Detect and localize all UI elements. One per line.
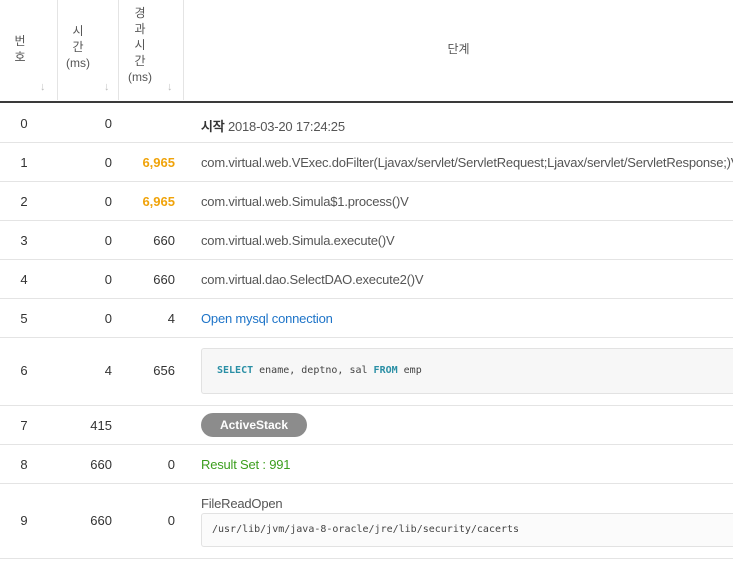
table-row: 1 0 6,965 com.virtual.web.VExec.doFilter…: [0, 143, 733, 182]
sort-arrow-icon[interactable]: ↓: [104, 81, 110, 93]
row-number: 8: [20, 457, 28, 472]
row-number: 2: [20, 194, 28, 209]
table-row: 7 415 ActiveStack: [0, 406, 733, 445]
row-step: FileReadOpen: [201, 496, 283, 511]
row-elapsed: 656: [153, 363, 175, 378]
header-elapsed[interactable]: 경 과 시 간 (ms) ↓: [119, 0, 184, 100]
row-time: 0: [104, 116, 112, 131]
result-set-text: Result Set : 991: [201, 457, 291, 472]
header-elapsed-label: 경 과 시 간 (ms): [128, 6, 152, 84]
sort-arrow-icon[interactable]: ↓: [167, 81, 173, 93]
active-stack-button[interactable]: ActiveStack: [201, 413, 307, 437]
header-time[interactable]: 시 간 (ms) ↓: [58, 0, 119, 100]
row-time: 660: [90, 513, 112, 528]
row-number: 9: [20, 513, 28, 528]
row-time: 4: [104, 363, 112, 378]
sql-text: SELECT ename, deptno, sal FROM emp: [217, 365, 422, 376]
row-elapsed: 4: [167, 311, 175, 326]
table-row: 8 660 0 Result Set : 991: [0, 445, 733, 484]
row-step: com.virtual.web.VExec.doFilter(Ljavax/se…: [201, 155, 733, 170]
row-elapsed: 660: [153, 272, 175, 287]
row-number: 3: [20, 233, 28, 248]
row-step: com.virtual.web.Simula$1.process()V: [201, 194, 409, 209]
table-row: 6 4 656 SELECT ename, deptno, sal FROM e…: [0, 338, 733, 406]
row-number: 7: [20, 418, 28, 433]
file-path-text: /usr/lib/jvm/java-8-oracle/jre/lib/secur…: [212, 524, 520, 535]
row-step: com.virtual.dao.SelectDAO.execute2()V: [201, 272, 424, 287]
header-time-label: 시 간 (ms): [66, 24, 90, 70]
row-elapsed: 0: [167, 457, 175, 472]
table-row: 9 660 0 FileReadOpen /usr/lib/jvm/java-8…: [0, 484, 733, 559]
row-number: 6: [20, 363, 28, 378]
file-path-box[interactable]: /usr/lib/jvm/java-8-oracle/jre/lib/secur…: [201, 513, 733, 547]
row-step: com.virtual.web.Simula.execute()V: [201, 233, 395, 248]
row-elapsed: 0: [167, 513, 175, 528]
table-row: 2 0 6,965 com.virtual.web.Simula$1.proce…: [0, 182, 733, 221]
start-label: 시작: [201, 119, 225, 134]
row-number: 5: [20, 311, 28, 326]
row-number: 4: [20, 272, 28, 287]
row-time: 0: [104, 233, 112, 248]
start-time: 2018-03-20 17:24:25: [227, 119, 345, 134]
sql-box[interactable]: SELECT ename, deptno, sal FROM emp: [201, 348, 733, 394]
open-connection-link[interactable]: Open mysql connection: [201, 311, 333, 326]
row-elapsed: 6,965: [142, 155, 175, 170]
table-row: 3 0 660 com.virtual.web.Simula.execute()…: [0, 221, 733, 260]
table-row: 5 0 4 Open mysql connection: [0, 299, 733, 338]
row-time: 0: [104, 272, 112, 287]
table-row: 0 0 시작 2018-03-20 17:24:25: [0, 103, 733, 143]
header-no-label: 번 호: [14, 34, 26, 64]
sort-arrow-icon[interactable]: ↓: [40, 81, 46, 93]
header-step-label: 단계: [447, 42, 470, 56]
row-time: 0: [104, 194, 112, 209]
row-time: 660: [90, 457, 112, 472]
row-elapsed: 660: [153, 233, 175, 248]
header-no[interactable]: 번 호 ↓: [0, 0, 58, 100]
row-time: 415: [90, 418, 112, 433]
row-elapsed: 6,965: [142, 194, 175, 209]
row-number: 0: [20, 116, 28, 131]
row-number: 1: [20, 155, 28, 170]
table-row: 4 0 660 com.virtual.dao.SelectDAO.execut…: [0, 260, 733, 299]
row-step: 시작 2018-03-20 17:24:25: [201, 116, 345, 135]
table-header: 번 호 ↓ 시 간 (ms) ↓ 경 과 시 간 (ms) ↓ 단계: [0, 0, 733, 103]
row-time: 0: [104, 311, 112, 326]
row-time: 0: [104, 155, 112, 170]
